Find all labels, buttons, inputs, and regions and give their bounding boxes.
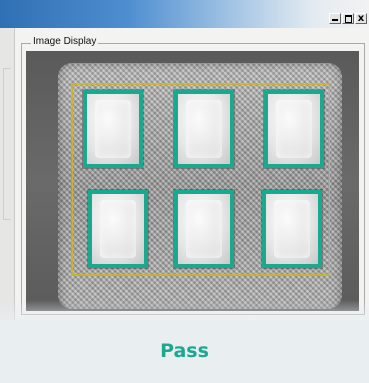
inspection-result: Pass	[160, 340, 209, 362]
detected-pocket	[174, 90, 234, 168]
detected-pocket	[174, 190, 234, 268]
side-panel	[0, 28, 15, 320]
close-icon: x	[357, 13, 365, 24]
detected-pocket	[262, 190, 322, 268]
window-controls: x	[329, 13, 367, 24]
minimize-button[interactable]	[329, 13, 341, 24]
close-button[interactable]: x	[355, 13, 367, 24]
detected-pocket	[264, 90, 324, 168]
image-display-label: Image Display	[31, 36, 99, 47]
maximize-button[interactable]	[342, 13, 354, 24]
detected-pocket	[83, 90, 143, 168]
detected-pocket	[88, 190, 148, 268]
inspection-window: x Image Display	[0, 0, 369, 320]
title-bar[interactable]: x	[0, 0, 369, 28]
camera-image	[26, 51, 359, 311]
bottom-fade	[0, 300, 369, 330]
